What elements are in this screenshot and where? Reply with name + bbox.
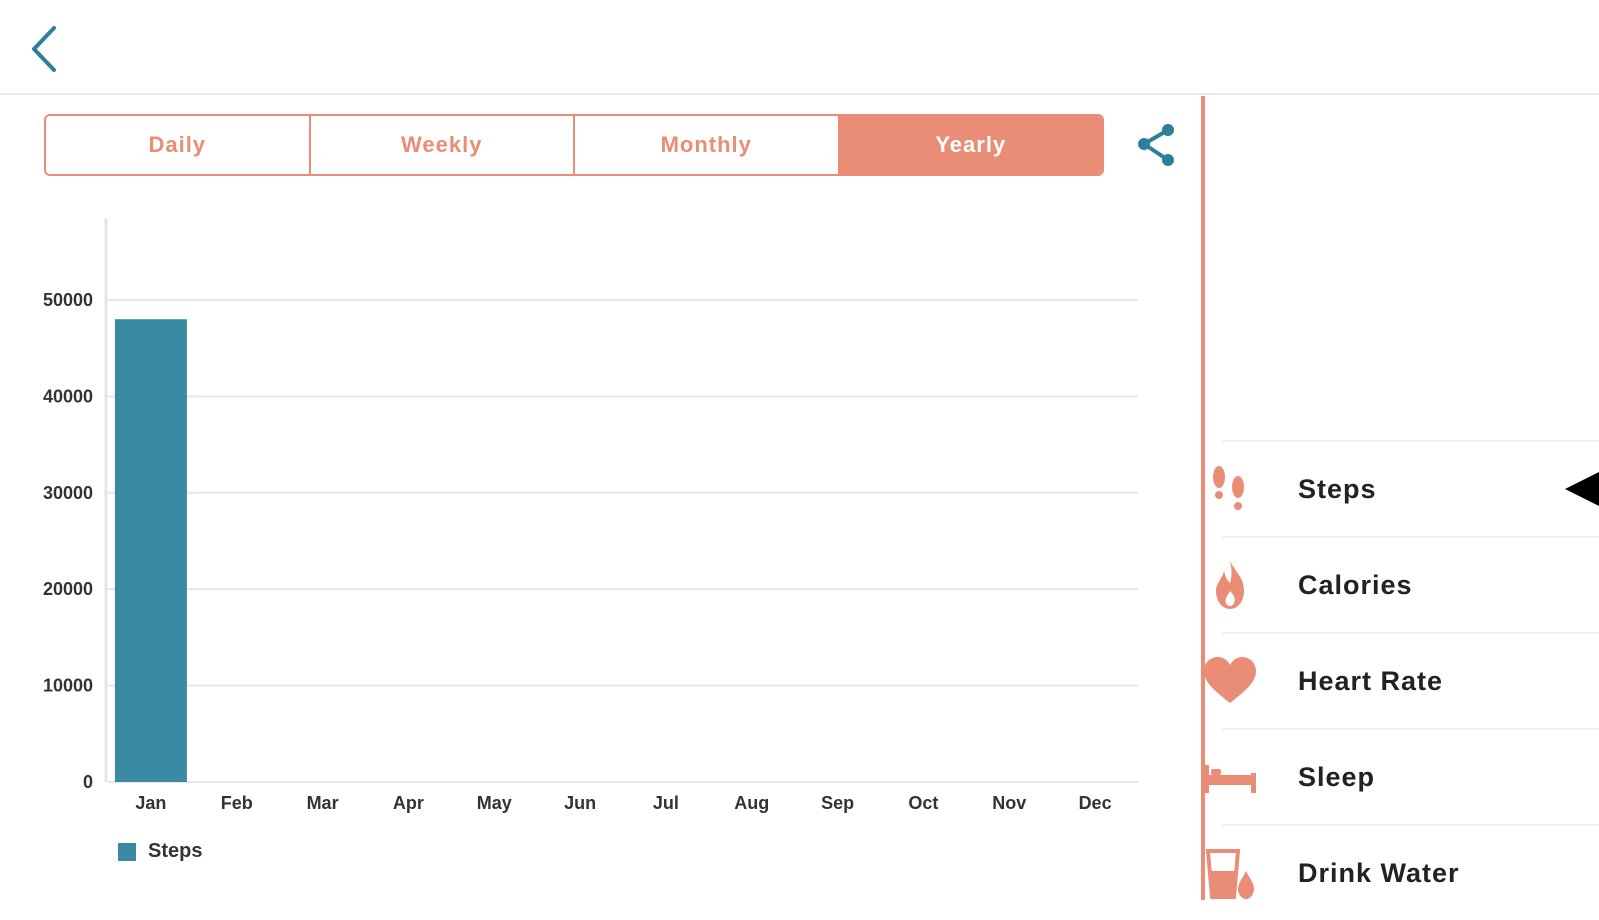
x-tick-label: Nov: [992, 793, 1026, 813]
steps-bar-chart: 0 10000 20000 30000 40000 50000 Jan Feb Mar Apr M…: [43, 218, 1138, 813]
y-tick-label: 20000: [43, 579, 93, 599]
metric-menu: Steps Calories Heart Rate Sleep Drink Wa…: [1204, 440, 1599, 920]
menu-item-steps[interactable]: Steps: [1213, 440, 1599, 536]
x-tick-label: Aug: [734, 793, 769, 813]
y-tick-label: 40000: [43, 386, 93, 406]
x-tick-label: May: [477, 793, 512, 813]
heart-icon: [1202, 653, 1258, 709]
x-tick-label: Oct: [908, 793, 938, 813]
menu-label-sleep: Sleep: [1298, 761, 1376, 792]
header-bar: [0, 0, 1599, 95]
menu-item-sleep[interactable]: Sleep: [1204, 728, 1599, 824]
tab-yearly[interactable]: Yearly: [839, 116, 1102, 174]
tab-monthly[interactable]: Monthly: [575, 116, 840, 174]
footprints-icon: [1202, 461, 1258, 517]
bar-jan: [114, 319, 187, 782]
tab-weekly[interactable]: Weekly: [310, 116, 575, 174]
flame-icon: [1202, 557, 1258, 613]
bed-icon: [1202, 749, 1258, 805]
y-tick-label: 10000: [43, 676, 93, 696]
back-button[interactable]: [22, 22, 66, 76]
menu-label-steps: Steps: [1298, 473, 1377, 504]
menu-label-drink-water: Drink Water: [1298, 857, 1460, 888]
menu-label-calories: Calories: [1298, 569, 1413, 600]
share-button[interactable]: [1132, 120, 1182, 170]
period-tabs: Daily Weekly Monthly Yearly: [44, 114, 1104, 176]
legend-label: Steps: [148, 840, 203, 862]
water-glass-icon: [1202, 845, 1258, 901]
selected-indicator-arrow: [1565, 467, 1599, 511]
y-tick-label: 50000: [43, 290, 93, 310]
x-tick-label: Apr: [393, 793, 424, 813]
x-tick-label: Dec: [1079, 793, 1112, 813]
chart-legend: Steps: [118, 840, 202, 863]
y-tick-label: 0: [83, 772, 93, 792]
menu-item-drink-water[interactable]: Drink Water: [1205, 824, 1599, 920]
x-tick-label: Feb: [221, 793, 253, 813]
y-tick-label: 30000: [43, 483, 93, 503]
chevron-left-icon: [32, 26, 56, 72]
x-tick-label: Jun: [564, 793, 596, 813]
share-icon: [1138, 124, 1174, 166]
x-tick-label: Sep: [821, 793, 854, 813]
menu-item-heart-rate[interactable]: Heart Rate: [1204, 632, 1599, 728]
legend-swatch: [118, 842, 136, 861]
x-tick-label: Jan: [135, 793, 166, 813]
x-tick-label: Mar: [307, 793, 339, 813]
menu-item-calories[interactable]: Calories: [1216, 536, 1599, 632]
tab-daily[interactable]: Daily: [46, 116, 311, 174]
menu-label-heart-rate: Heart Rate: [1298, 665, 1444, 696]
x-tick-label: Jul: [653, 793, 679, 813]
